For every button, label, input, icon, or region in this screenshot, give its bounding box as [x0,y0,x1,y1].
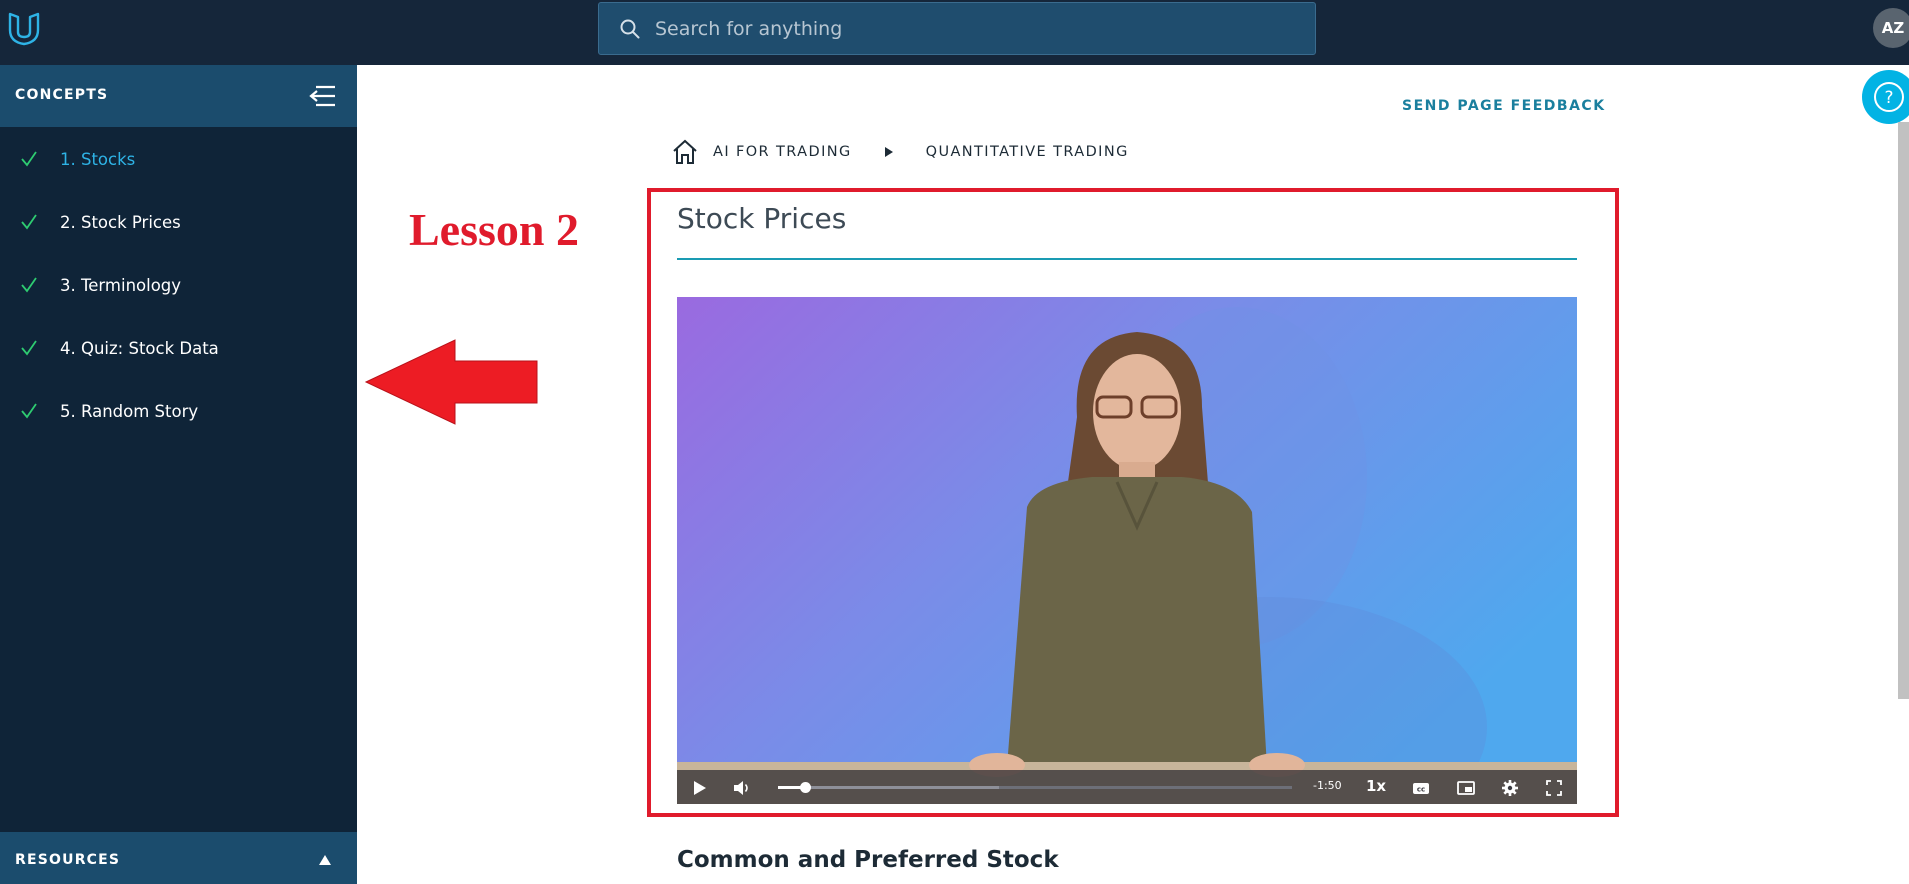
sidebar-item-label: 3. Terminology [60,276,182,295]
page-title: Stock Prices [677,202,847,235]
home-icon[interactable] [671,138,699,166]
sidebar: CONCEPTS 1. Stocks 2. Stock Prices 3. Te… [0,65,357,884]
search-bar[interactable] [598,2,1316,55]
checkmark-icon [21,214,37,230]
help-question-icon: ? [1874,82,1904,112]
video-player[interactable] [677,297,1577,804]
sidebar-item-random-story[interactable]: 5. Random Story [0,388,357,438]
video-buffer-fill [778,786,1000,789]
breadcrumb-item-quantitative-trading[interactable]: QUANTITATIVE TRADING [926,144,1129,160]
title-divider [677,258,1577,260]
breadcrumb: AI FOR TRADING QUANTITATIVE TRADING [671,138,1129,166]
search-input[interactable] [655,17,1295,40]
svg-text:?: ? [1884,88,1893,108]
checkmark-icon [21,340,37,356]
sidebar-item-stock-prices[interactable]: 2. Stock Prices [0,199,357,249]
section-heading: Common and Preferred Stock [677,847,1059,873]
closed-captions-icon[interactable]: cc [1412,779,1430,797]
annotation-arrow-icon [364,339,538,425]
collapse-menu-icon[interactable] [309,83,337,109]
page-scrollbar[interactable] [1898,122,1909,699]
caret-right-icon [884,147,893,157]
checkmark-icon [21,277,37,293]
video-progress-handle[interactable] [800,782,811,793]
chevron-up-icon [319,855,331,865]
concepts-label: CONCEPTS [15,87,109,103]
sidebar-item-stocks[interactable]: 1. Stocks [0,136,357,186]
checkmark-icon [21,403,37,419]
playback-speed-button[interactable]: 1x [1366,777,1386,795]
play-icon[interactable] [690,779,708,797]
time-remaining: -1:50 [1313,779,1342,792]
checkmark-icon [21,151,37,167]
help-button[interactable]: ? [1862,70,1909,124]
sidebar-item-quiz-stock-data[interactable]: 4. Quiz: Stock Data [0,325,357,375]
svg-text:cc: cc [1417,786,1425,794]
sidebar-item-label: 2. Stock Prices [60,213,181,232]
user-avatar[interactable]: AZ [1873,8,1909,48]
sidebar-item-label: 1. Stocks [60,150,136,169]
picture-in-picture-icon[interactable] [1457,779,1475,797]
concepts-header: CONCEPTS [0,65,357,127]
udacity-logo-icon[interactable] [4,8,44,48]
volume-icon[interactable] [733,779,751,797]
top-bar: AZ [0,0,1909,65]
video-progress-bar[interactable] [778,782,1292,793]
sidebar-item-label: 4. Quiz: Stock Data [60,339,219,358]
fullscreen-icon[interactable] [1545,779,1563,797]
video-controls: -1:50 1x cc [677,770,1577,804]
send-feedback-link[interactable]: SEND PAGE FEEDBACK [1402,98,1606,114]
resources-label: RESOURCES [15,852,121,868]
settings-gear-icon[interactable] [1501,779,1519,797]
sidebar-item-label: 5. Random Story [60,402,199,421]
breadcrumb-item-ai-for-trading[interactable]: AI FOR TRADING [713,144,852,160]
sidebar-item-terminology[interactable]: 3. Terminology [0,262,357,312]
search-icon [620,19,640,38]
video-frame-image [677,297,1577,804]
resources-toggle[interactable]: RESOURCES [0,832,357,884]
annotation-lesson-label: Lesson 2 [409,204,579,255]
